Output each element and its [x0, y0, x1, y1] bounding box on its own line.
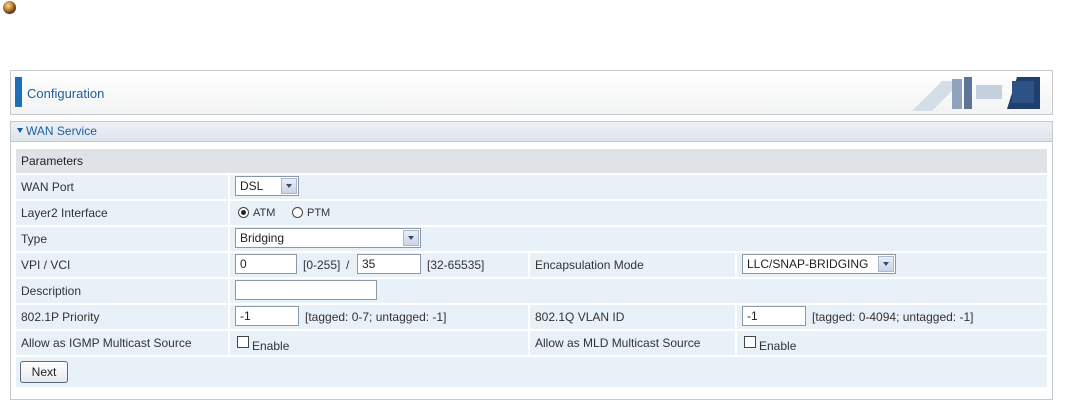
- wan-service-header[interactable]: WAN Service: [11, 122, 1052, 142]
- vpi-vci-row: VPI / VCI 0 [0-255] / 35 [32-65535] Enca…: [16, 253, 1047, 277]
- type-row: Type Bridging: [16, 227, 1047, 251]
- mld-enable-label: Enable: [759, 339, 797, 353]
- mld-label: Allow as MLD Multicast Source: [530, 331, 735, 355]
- bullet-icon: [3, 1, 16, 14]
- chevron-down-icon: [878, 256, 894, 272]
- vpi-range: [0-255]: [303, 258, 341, 272]
- type-select[interactable]: Bridging: [235, 228, 421, 248]
- mld-checkbox[interactable]: [744, 336, 756, 348]
- configuration-title: Configuration: [27, 86, 105, 101]
- wan-service-panel: WAN Service Parameters WAN Port DSL Laye…: [10, 121, 1053, 400]
- type-value: Bridging: [240, 231, 285, 245]
- description-input[interactable]: [235, 280, 377, 300]
- encap-select[interactable]: LLC/SNAP-BRIDGING: [742, 254, 896, 274]
- layer2-label: Layer2 Interface: [16, 201, 228, 225]
- vpi-input[interactable]: 0: [235, 254, 297, 274]
- next-button[interactable]: Next: [20, 361, 68, 383]
- wan-port-value: DSL: [240, 179, 264, 193]
- vpi-vci-label: VPI / VCI: [16, 253, 228, 277]
- accent-stripe: [15, 77, 22, 107]
- multicast-row: Allow as IGMP Multicast Source Enable Al…: [16, 331, 1047, 355]
- radio-ptm[interactable]: [292, 207, 303, 218]
- priority-input[interactable]: -1: [235, 306, 299, 326]
- wan-port-row: WAN Port DSL: [16, 175, 1047, 199]
- banner-graphic-icon: [912, 77, 1040, 111]
- chevron-down-icon: [403, 230, 419, 246]
- igmp-enable-label: Enable: [252, 339, 290, 353]
- wan-port-select[interactable]: DSL: [235, 176, 299, 196]
- collapse-triangle-icon: [17, 128, 23, 134]
- vpi-vci-separator: /: [346, 258, 350, 272]
- parameters-heading: Parameters: [16, 149, 1047, 173]
- description-row: Description: [16, 279, 1047, 303]
- description-label: Description: [16, 279, 228, 303]
- configuration-bar: Configuration: [10, 70, 1053, 115]
- priority-vlan-row: 802.1P Priority -1 [tagged: 0-7; untagge…: [16, 305, 1047, 329]
- vlan-input[interactable]: -1: [742, 306, 806, 326]
- vlan-hint: [tagged: 0-4094; untagged: -1]: [812, 310, 974, 324]
- button-row: Next: [16, 357, 1047, 387]
- vlan-label: 802.1Q VLAN ID: [530, 305, 735, 329]
- vci-input[interactable]: 35: [357, 254, 421, 274]
- igmp-checkbox[interactable]: [237, 336, 249, 348]
- priority-label: 802.1P Priority: [16, 305, 228, 329]
- radio-atm[interactable]: [238, 207, 249, 218]
- chevron-down-icon: [281, 178, 297, 194]
- wan-service-title: WAN Service: [26, 124, 97, 138]
- radio-atm-label: ATM: [253, 207, 276, 219]
- wan-port-label: WAN Port: [16, 175, 228, 199]
- layer2-row: Layer2 Interface ATM PTM: [16, 201, 1047, 225]
- igmp-label: Allow as IGMP Multicast Source: [16, 331, 228, 355]
- encap-label: Encapsulation Mode: [530, 253, 735, 277]
- radio-ptm-label: PTM: [307, 207, 331, 219]
- encap-value: LLC/SNAP-BRIDGING: [747, 257, 869, 271]
- vci-range: [32-65535]: [427, 258, 485, 272]
- priority-hint: [tagged: 0-7; untagged: -1]: [305, 310, 447, 324]
- type-label: Type: [16, 227, 228, 251]
